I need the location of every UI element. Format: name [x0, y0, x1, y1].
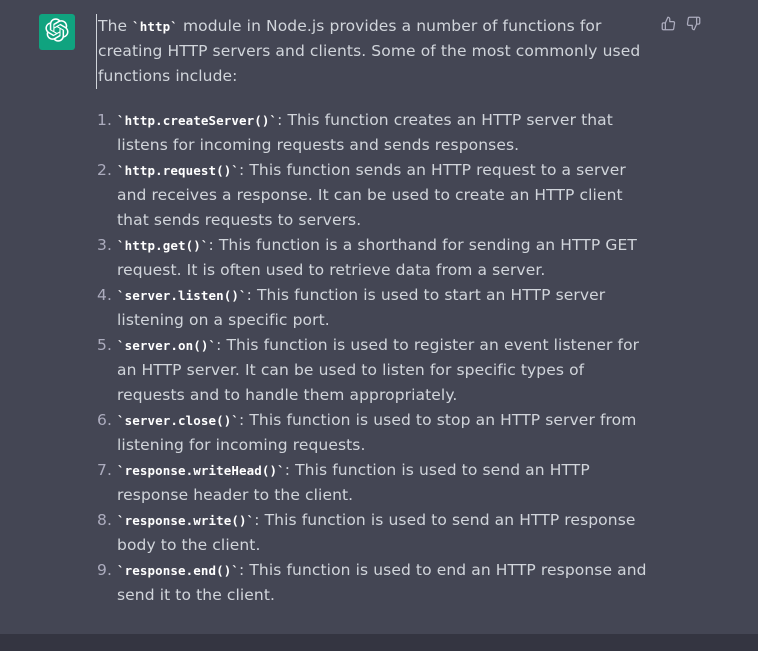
openai-logo-icon	[45, 18, 69, 46]
list-number: 2.	[97, 161, 112, 179]
function-code: `http.createServer()`	[117, 113, 278, 128]
list-item: 2. `http.request()`: This function sends …	[97, 158, 649, 233]
list-number: 1.	[97, 111, 112, 129]
list-number: 8.	[97, 511, 112, 529]
list-item: 8. `response.write()`: This function is u…	[97, 508, 649, 558]
intro-paragraph: The `http` module in Node.js provides a …	[96, 14, 657, 89]
thumbs-down-button[interactable]	[683, 16, 704, 35]
function-code: `server.close()`	[117, 413, 240, 428]
list-item: 4. `server.listen()`: This function is us…	[97, 283, 649, 333]
list-number: 4.	[97, 286, 112, 304]
list-item: 9. `response.end()`: This function is use…	[97, 558, 649, 608]
list-item: 6. `server.close()`: This function is use…	[97, 408, 649, 458]
bottom-bar	[0, 634, 758, 651]
function-code: `server.listen()`	[117, 288, 247, 303]
list-number: 7.	[97, 461, 112, 479]
function-code: `response.end()`	[117, 563, 240, 578]
list-number: 3.	[97, 236, 112, 254]
intro-text-before: The	[98, 17, 133, 35]
list-item: 3. `http.get()`: This function is a short…	[97, 233, 649, 283]
thumbs-down-icon	[686, 16, 701, 35]
list-number: 9.	[97, 561, 112, 579]
feedback-buttons	[658, 16, 704, 35]
list-item: 5. `server.on()`: This function is used t…	[97, 333, 649, 408]
thumbs-up-icon	[661, 16, 676, 35]
function-code: `http.get()`	[117, 238, 209, 253]
function-code: `response.write()`	[117, 513, 255, 528]
list-item: 7. `response.writeHead()`: This function …	[97, 458, 649, 508]
assistant-avatar	[39, 14, 75, 50]
assistant-message: The `http` module in Node.js provides a …	[96, 14, 657, 608]
thumbs-up-button[interactable]	[658, 16, 679, 35]
list-item: 1. `http.createServer()`: This function c…	[97, 108, 649, 158]
list-number: 5.	[97, 336, 112, 354]
function-list: 1. `http.createServer()`: This function c…	[97, 108, 657, 608]
intro-text-after: module in Node.js provides a number of f…	[98, 17, 641, 85]
function-code: `server.on()`	[117, 338, 217, 353]
inline-code: `http`	[132, 19, 178, 34]
function-code: `response.writeHead()`	[117, 463, 285, 478]
function-code: `http.request()`	[117, 163, 240, 178]
list-number: 6.	[97, 411, 112, 429]
